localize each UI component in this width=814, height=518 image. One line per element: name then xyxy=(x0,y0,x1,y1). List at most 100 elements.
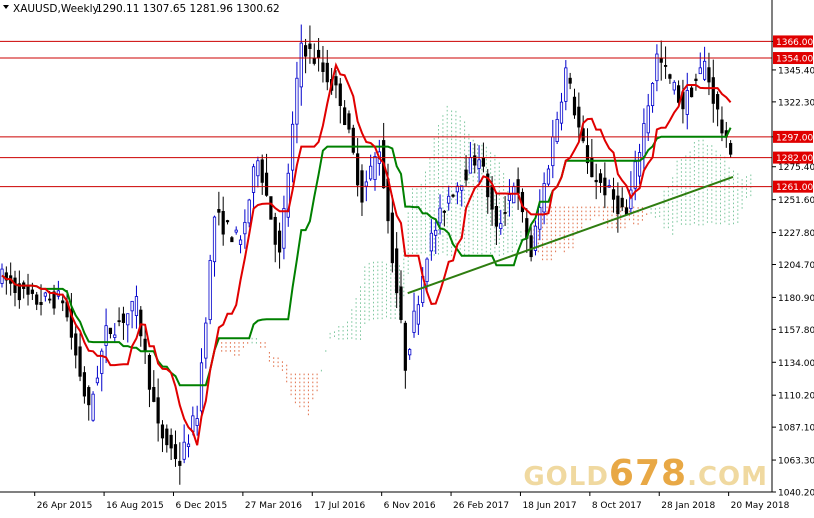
cloud-dot xyxy=(303,401,305,404)
cloud-dot xyxy=(464,233,466,236)
cloud-dot xyxy=(711,145,713,147)
cloud-dot xyxy=(468,189,470,192)
cloud-dot xyxy=(451,254,453,257)
cloud-dot xyxy=(685,179,687,181)
cloud-dot xyxy=(446,189,448,192)
cloud-dot xyxy=(477,200,479,202)
cloud-dot xyxy=(702,143,704,146)
cloud-dot xyxy=(559,230,561,233)
cloud-dot xyxy=(611,222,613,225)
cloud-dot xyxy=(459,160,461,162)
cloud-dot xyxy=(364,314,366,316)
cloud-dot xyxy=(225,346,227,348)
cloud-dot xyxy=(455,198,457,201)
cloud-dot xyxy=(663,226,665,229)
cloud-dot xyxy=(273,365,275,367)
cloud-dot xyxy=(555,218,557,221)
cloud-dot xyxy=(468,153,470,156)
cloud-dot xyxy=(685,187,687,189)
candle-body xyxy=(277,230,282,253)
cloud-dot xyxy=(381,305,383,308)
cloud-dot xyxy=(420,215,422,218)
cloud-dot xyxy=(338,338,340,340)
cloud-dot xyxy=(563,234,565,237)
candle-body xyxy=(182,441,186,460)
cloud-dot xyxy=(429,254,431,256)
cloud-dot xyxy=(403,286,405,289)
cloud-dot xyxy=(247,342,249,344)
cloud-dot xyxy=(464,129,466,132)
candle-body xyxy=(477,159,481,169)
cloud-dot xyxy=(685,175,687,177)
cloud-dot xyxy=(546,210,548,213)
cloud-dot xyxy=(451,158,453,161)
cloud-dot xyxy=(429,198,431,200)
candle-body xyxy=(199,362,204,412)
candle-body xyxy=(434,229,438,236)
cloud-dot xyxy=(368,314,370,317)
cloud-dot xyxy=(720,182,721,185)
cloud-dot xyxy=(607,218,609,221)
cloud-dot xyxy=(381,293,383,296)
cloud-dot xyxy=(299,401,301,404)
cloud-dot xyxy=(459,192,461,194)
cloud-dot xyxy=(520,231,522,233)
cloud-dot xyxy=(490,160,492,162)
cloud-dot xyxy=(368,270,370,273)
cloud-dot xyxy=(568,218,570,221)
cloud-dot xyxy=(464,229,466,232)
candle-body xyxy=(204,322,208,359)
cloud-dot xyxy=(468,177,470,180)
cloud-dot xyxy=(568,246,570,249)
cloud-dot xyxy=(503,173,505,175)
cloud-dot xyxy=(255,338,257,340)
cloud-dot xyxy=(425,171,426,174)
cloud-dot xyxy=(555,222,557,225)
cloud-dot xyxy=(368,310,370,313)
cloud-dot xyxy=(589,210,591,213)
cloud-dot xyxy=(698,219,700,222)
cloud-dot xyxy=(641,211,643,213)
cloud-dot xyxy=(373,285,374,288)
cloud-dot xyxy=(733,194,734,197)
cloud-dot xyxy=(451,170,453,173)
cloud-dot xyxy=(355,298,357,300)
candle-body xyxy=(542,183,546,213)
cloud-dot xyxy=(433,246,435,248)
cloud-dot xyxy=(503,225,505,227)
cloud-dot xyxy=(546,234,548,237)
cloud-dot xyxy=(364,310,366,312)
cloud-dot xyxy=(273,357,275,359)
cloud-dot xyxy=(520,235,522,237)
cloud-dot xyxy=(498,230,500,232)
cloud-dot xyxy=(459,180,461,182)
cloud-dot xyxy=(355,326,357,328)
cloud-dot xyxy=(715,158,717,161)
candle-body xyxy=(507,194,512,201)
cloud-dot xyxy=(364,274,366,276)
cloud-dot xyxy=(459,176,461,178)
cloud-dot xyxy=(446,237,448,240)
cloud-dot xyxy=(425,219,426,222)
candle-body xyxy=(269,196,273,220)
cloud-dot xyxy=(715,174,717,177)
cloud-dot xyxy=(407,248,409,250)
cloud-dot xyxy=(451,190,453,193)
cloud-dot xyxy=(459,148,461,150)
cloud-dot xyxy=(676,184,678,187)
cloud-dot xyxy=(559,218,561,221)
cloud-dot xyxy=(706,221,708,223)
cloud-dot xyxy=(737,221,739,223)
cloud-dot xyxy=(268,352,270,354)
cloud-dot xyxy=(485,206,487,209)
candle-body xyxy=(468,157,473,174)
cloud-dot xyxy=(286,380,288,383)
cloud-dot xyxy=(299,377,301,380)
cloud-dot xyxy=(446,169,448,172)
cloud-dot xyxy=(442,123,444,125)
cloud-dot xyxy=(546,214,548,217)
cloud-dot xyxy=(585,206,587,209)
cloud-dot xyxy=(429,226,431,228)
cloud-dot xyxy=(442,115,444,117)
cloud-dot xyxy=(503,229,505,231)
